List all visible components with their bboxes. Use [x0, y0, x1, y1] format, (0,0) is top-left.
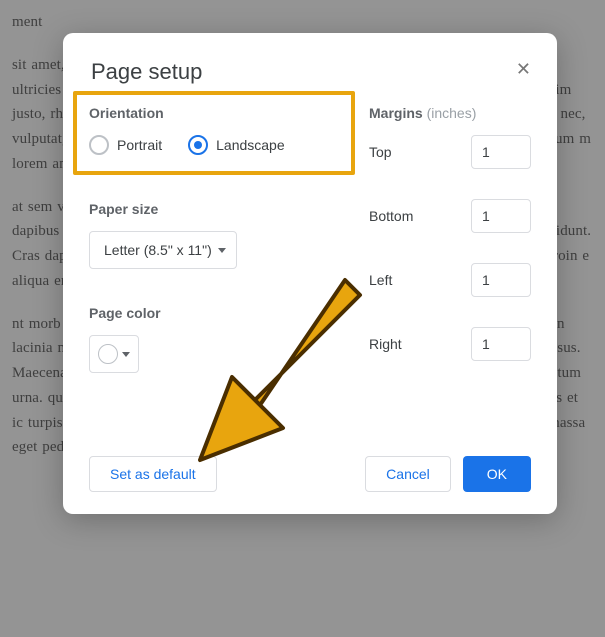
caret-down-icon — [218, 248, 226, 253]
radio-label: Portrait — [117, 137, 162, 153]
page-color-select[interactable] — [89, 335, 139, 373]
orientation-landscape-radio[interactable]: Landscape — [188, 135, 285, 155]
set-as-default-button[interactable]: Set as default — [89, 456, 217, 492]
caret-down-icon — [122, 352, 130, 357]
margin-left-input[interactable] — [471, 263, 531, 297]
paper-size-value: Letter (8.5" x 11") — [104, 242, 212, 258]
close-icon[interactable]: ✕ — [516, 59, 531, 80]
dialog-title: Page setup — [91, 59, 531, 85]
orientation-label: Orientation — [89, 105, 339, 121]
page-color-label: Page color — [89, 305, 339, 321]
color-swatch-icon — [98, 344, 118, 364]
margin-bottom-label: Bottom — [369, 208, 413, 224]
radio-icon — [188, 135, 208, 155]
radio-label: Landscape — [216, 137, 285, 153]
radio-icon — [89, 135, 109, 155]
paper-size-label: Paper size — [89, 201, 339, 217]
margin-bottom-input[interactable] — [471, 199, 531, 233]
paper-size-select[interactable]: Letter (8.5" x 11") — [89, 231, 237, 269]
margin-right-input[interactable] — [471, 327, 531, 361]
ok-button[interactable]: OK — [463, 456, 531, 492]
orientation-portrait-radio[interactable]: Portrait — [89, 135, 162, 155]
margin-top-input[interactable] — [471, 135, 531, 169]
margin-right-label: Right — [369, 336, 402, 352]
page-setup-dialog: Page setup ✕ Orientation Portrait Landsc… — [63, 33, 557, 514]
orientation-highlight-annotation: Orientation Portrait Landscape — [73, 91, 355, 175]
margin-top-label: Top — [369, 144, 392, 160]
margin-left-label: Left — [369, 272, 392, 288]
margins-label: Margins (inches) — [369, 105, 531, 121]
cancel-button[interactable]: Cancel — [365, 456, 451, 492]
